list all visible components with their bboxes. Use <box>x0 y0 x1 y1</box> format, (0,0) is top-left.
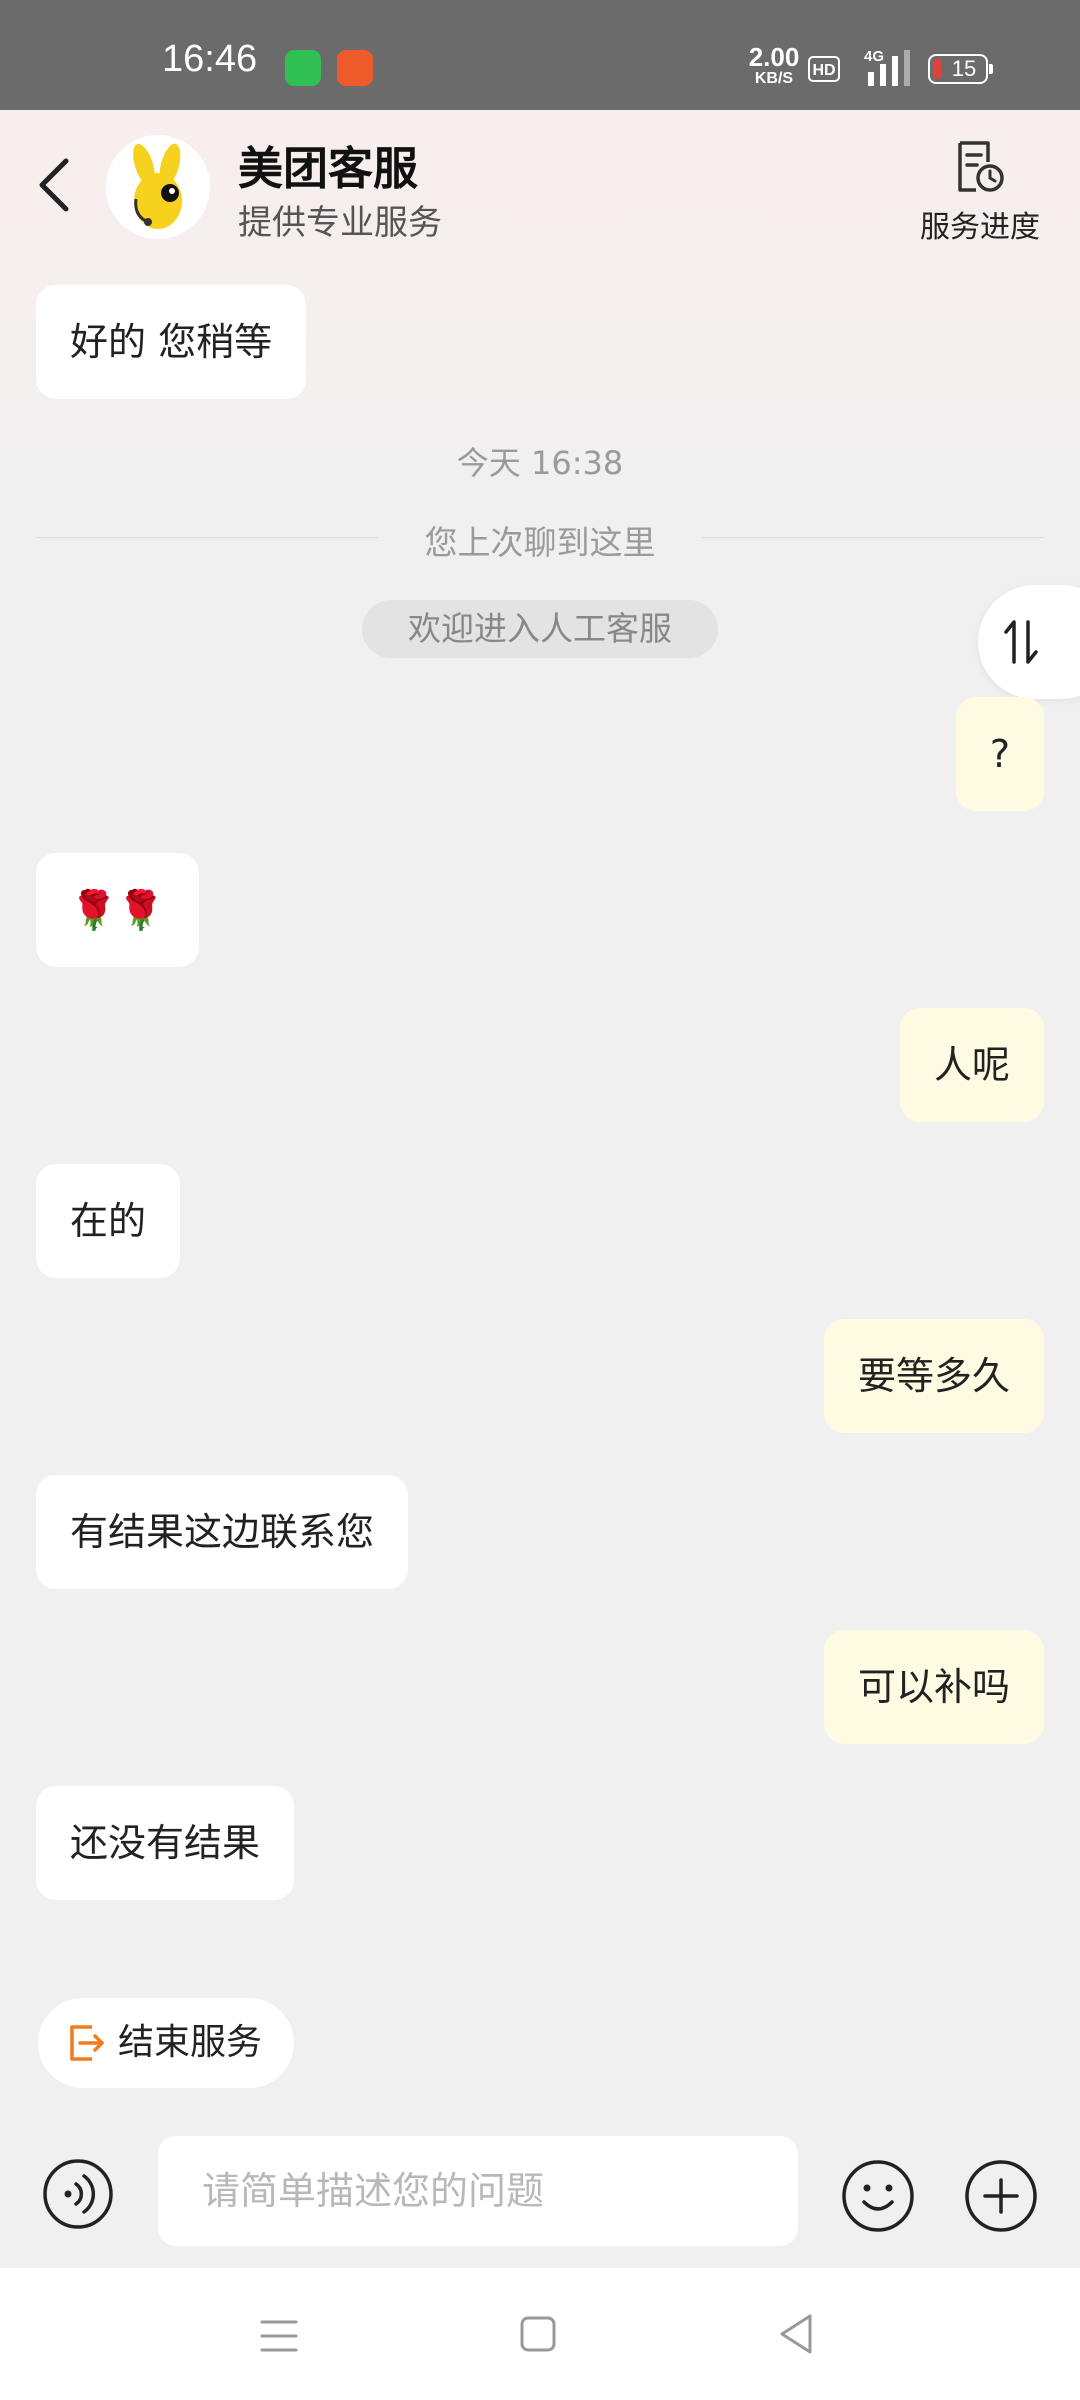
page-subtitle: 提供专业服务 <box>238 203 442 243</box>
message-incoming[interactable]: 好的 您稍等 <box>36 285 307 399</box>
net-speed-unit: KB/S <box>754 70 794 87</box>
recent-apps-button[interactable] <box>258 2316 300 2356</box>
last-read-divider: 您上次聊到这里 <box>424 523 656 562</box>
chevron-left-icon <box>39 158 69 212</box>
taobao-app-icon <box>337 50 373 86</box>
message-incoming[interactable]: 还没有结果 <box>36 1786 295 1900</box>
status-bar: 16:46 2.00 KB/S HD 4G 15 <box>0 0 1080 110</box>
status-time: 16:46 <box>162 38 258 80</box>
square-icon <box>520 2316 556 2352</box>
voice-icon <box>43 2159 113 2229</box>
voice-input-button[interactable] <box>42 2158 114 2230</box>
message-outgoing[interactable]: 要等多久 <box>823 1319 1044 1433</box>
service-progress-label: 服务进度 <box>920 210 1040 245</box>
plus-icon <box>965 2160 1037 2232</box>
welcome-notice: 欢迎进入人工客服 <box>362 600 718 658</box>
message-incoming[interactable]: 有结果这边联系您 <box>36 1475 409 1589</box>
document-clock-icon <box>958 141 1004 192</box>
message-incoming[interactable]: 🌹🌹 <box>36 853 199 967</box>
message-input[interactable] <box>158 2136 798 2246</box>
home-button[interactable] <box>518 2314 558 2354</box>
message-outgoing[interactable]: 人呢 <box>899 1008 1044 1122</box>
network-type: 4G <box>864 48 885 65</box>
more-options-button[interactable] <box>963 2158 1039 2234</box>
net-speed: 2.00 KB/S <box>746 44 802 87</box>
chat-timestamp: 今天 16:38 <box>456 444 624 482</box>
net-speed-value: 2.00 <box>748 42 800 72</box>
kangaroo-mascot-icon <box>106 135 210 239</box>
system-back-button[interactable] <box>776 2312 816 2356</box>
triangle-back-icon <box>780 2314 812 2354</box>
swap-vertical-icon <box>1004 620 1038 664</box>
page-title: 美团客服 <box>238 142 419 195</box>
wechat-app-icon <box>285 50 321 86</box>
avatar[interactable] <box>106 135 210 239</box>
exit-icon <box>70 2025 104 2061</box>
menu-icon <box>260 2320 298 2352</box>
end-service-button[interactable]: 结束服务 <box>38 1998 294 2088</box>
battery-level: 15 <box>951 56 977 81</box>
hd-icon: HD <box>808 56 840 82</box>
message-outgoing[interactable]: ? <box>955 697 1044 811</box>
back-button[interactable] <box>30 155 80 215</box>
emoji-button[interactable] <box>840 2158 916 2234</box>
message-incoming[interactable]: 在的 <box>36 1164 181 1278</box>
scroll-toggle-button[interactable] <box>978 585 1080 699</box>
message-outgoing[interactable]: 可以补吗 <box>823 1630 1044 1744</box>
end-service-label: 结束服务 <box>118 2022 263 2063</box>
smiley-icon <box>842 2160 914 2232</box>
system-nav-bar <box>0 2268 1080 2400</box>
service-progress-button[interactable]: 服务进度 <box>916 140 1044 250</box>
battery-icon: 15 <box>928 54 993 84</box>
input-bar <box>0 2120 1080 2270</box>
